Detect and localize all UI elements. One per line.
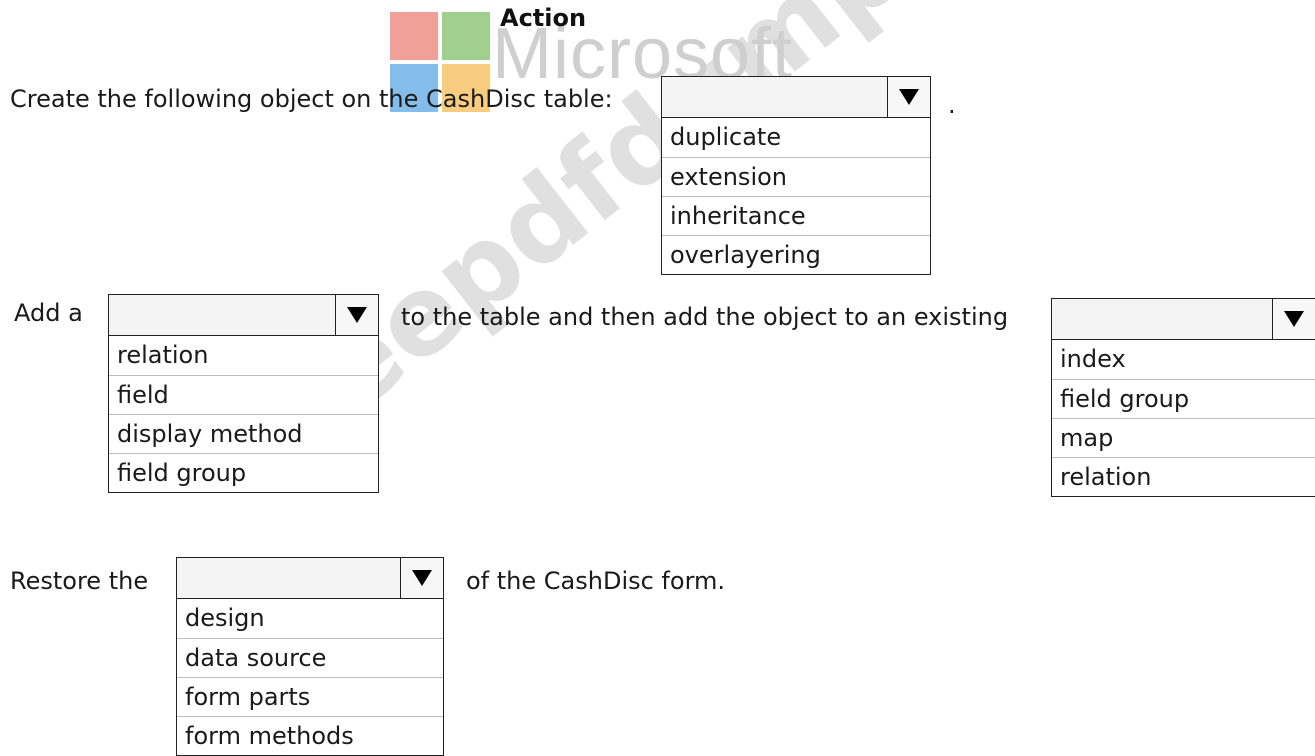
form-part-select[interactable] [176,557,444,599]
option-map[interactable]: map [1052,418,1315,457]
logo-green-square [442,12,490,60]
option-field-group[interactable]: field group [1052,379,1315,418]
option-duplicate[interactable]: duplicate [662,118,930,157]
object-type-dropdown[interactable]: duplicate extension inheritance overlaye… [661,76,931,275]
logo-red-square [390,12,438,60]
option-extension[interactable]: extension [662,157,930,196]
option-relation[interactable]: relation [109,336,378,375]
option-form-methods[interactable]: form methods [177,716,443,755]
option-overlayering[interactable]: overlayering [662,235,930,274]
object-type-options: duplicate extension inheritance overlaye… [661,118,931,275]
option-inheritance[interactable]: inheritance [662,196,930,235]
dropdown-arrow-icon[interactable] [1272,299,1315,339]
row1-suffix-text: . [948,91,956,119]
row3-prefix-text: Restore the [10,567,149,595]
option-data-source[interactable]: data source [177,638,443,677]
row1-prefix-text: Create the following object on the CashD… [10,85,613,113]
member-type-select[interactable] [108,294,379,336]
container-dropdown[interactable]: index field group map relation [1051,298,1315,497]
row3-suffix-text: of the CashDisc form. [466,567,726,595]
form-part-options: design data source form parts form metho… [176,599,444,756]
member-type-options: relation field display method field grou… [108,336,379,493]
option-display-method[interactable]: display method [109,414,378,453]
option-index[interactable]: index [1052,340,1315,379]
container-options: index field group map relation [1051,340,1315,497]
dropdown-arrow-icon[interactable] [335,295,378,335]
option-relation[interactable]: relation [1052,457,1315,496]
form-part-dropdown[interactable]: design data source form parts form metho… [176,557,444,756]
dropdown-arrow-icon[interactable] [887,77,930,117]
object-type-select[interactable] [661,76,931,118]
row2-middle-text: to the table and then add the object to … [401,303,1009,331]
option-field[interactable]: field [109,375,378,414]
row2-prefix-text: Add a [14,299,83,327]
option-field-group[interactable]: field group [109,453,378,492]
action-heading: Action [500,4,587,32]
dropdown-arrow-icon[interactable] [400,558,443,598]
option-design[interactable]: design [177,599,443,638]
container-select[interactable] [1051,298,1315,340]
option-form-parts[interactable]: form parts [177,677,443,716]
member-type-dropdown[interactable]: relation field display method field grou… [108,294,379,493]
